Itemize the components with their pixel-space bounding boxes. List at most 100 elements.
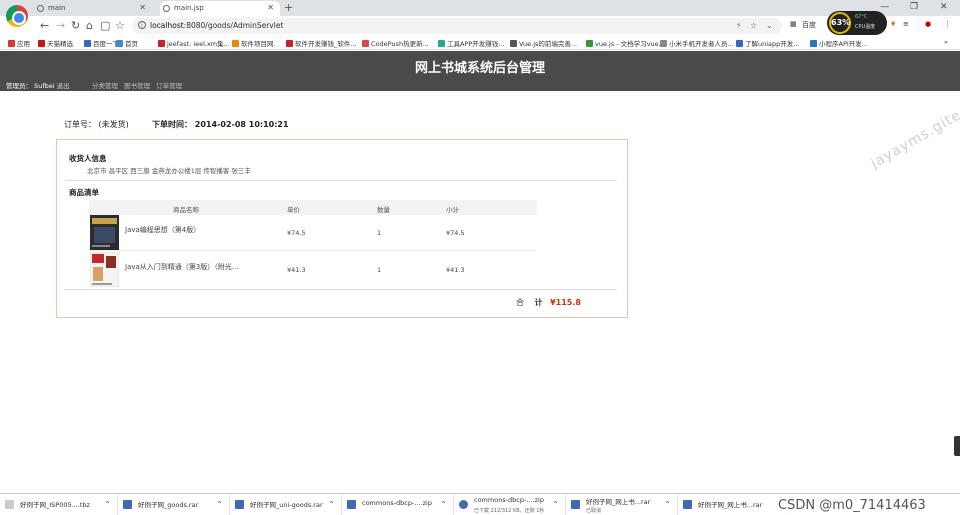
- address-bar[interactable]: i localhost:8080/goods/AdminServlet ⚡ ☆ …: [132, 18, 782, 34]
- admin-name: Sufbei: [34, 82, 55, 90]
- chevron-up-icon[interactable]: ⌃: [104, 500, 111, 509]
- chevron-up-icon[interactable]: ⌃: [328, 500, 335, 509]
- total-amount: ¥115.8: [550, 298, 581, 307]
- reload-icon[interactable]: ↻: [71, 19, 80, 32]
- download-item[interactable]: commons-dbcp-....zip ⌃: [342, 494, 454, 515]
- download-item[interactable]: commons-dbcp-....zip 已下载 212/312 KB，还剩 1…: [454, 494, 566, 515]
- column-header: 商品名称: [173, 206, 199, 214]
- download-item[interactable]: 好例子网_网上书...rar 已取消 ⌃: [566, 494, 678, 515]
- column-header: 小计: [446, 206, 459, 214]
- maximize-button[interactable]: ❐: [910, 2, 918, 12]
- chevron-up-icon[interactable]: ⌃: [664, 500, 671, 509]
- book-cover-image[interactable]: [90, 215, 119, 250]
- chevron-up-icon[interactable]: ⌃: [552, 500, 559, 509]
- book-name-link[interactable]: Java编程思想（第4版）: [125, 225, 200, 235]
- archive-icon: [123, 500, 132, 509]
- book-name-link[interactable]: Java从入门到精通（第3版）（附光...: [125, 262, 238, 272]
- order-detail-box: 收货人信息 北京市 昌平区 西三旗 金燕龙办公楼1层 传智播客 张三丰 商品清单…: [56, 139, 628, 318]
- download-status: 已下载 212/312 KB，还剩 1秒: [474, 508, 545, 514]
- order-time: 下单时间： 2014-02-08 10:10:21: [152, 119, 289, 130]
- browser-tab-bar: main ✕ main.jsp ✕ + — ❐ ✕: [0, 0, 960, 27]
- bookmark-item[interactable]: 小米手机开发者人员...: [660, 38, 734, 48]
- cpu-temp: 67°C: [855, 14, 868, 20]
- download-item[interactable]: 好例子网_uni-goods.rar ⌃: [230, 494, 342, 515]
- bookmark-item[interactable]: 应用: [8, 38, 30, 48]
- order-number: 订单号： (未发货): [64, 119, 129, 130]
- translate-label[interactable]: 百度: [802, 20, 816, 30]
- more-bookmarks-icon[interactable]: »: [944, 38, 948, 46]
- url-text[interactable]: localhost:8080/goods/AdminServlet: [150, 21, 283, 30]
- extension-icon[interactable]: ♦: [890, 20, 896, 28]
- download-filename: commons-dbcp-....zip: [474, 496, 544, 504]
- download-item[interactable]: 好例子网_goods.rar ⌃: [118, 494, 230, 515]
- column-header: 数量: [377, 206, 390, 214]
- bookmark-star-icon[interactable]: ☆: [750, 21, 757, 30]
- forward-icon[interactable]: →: [56, 19, 65, 32]
- download-status: 已取消: [586, 508, 602, 514]
- bookmark-item[interactable]: jeefast: ieel.xm集...: [158, 38, 230, 48]
- download-item[interactable]: 好例子网_ISP005....tbz ⌃: [0, 494, 118, 515]
- bookmark-item[interactable]: 百度一下: [84, 38, 119, 48]
- admin-label: 管理员：: [6, 82, 32, 90]
- bookmark-item[interactable]: Vue.js的前端完善...: [510, 38, 577, 48]
- nav-book-manage[interactable]: 图书管理: [124, 82, 150, 90]
- chevron-up-icon[interactable]: ⌃: [440, 500, 447, 509]
- translate-icon[interactable]: ▦: [790, 20, 797, 28]
- close-tab-icon[interactable]: ✕: [139, 3, 146, 12]
- back-icon[interactable]: ←: [40, 19, 49, 32]
- file-icon: [5, 500, 14, 509]
- tab-title: main.jsp: [174, 4, 204, 12]
- bookmark-item[interactable]: 首页: [116, 38, 138, 48]
- site-info-icon[interactable]: i: [138, 21, 146, 29]
- bookmark-item[interactable]: CodePush热更新...: [362, 38, 429, 48]
- bookmark-item[interactable]: 工具APP开发赚钱...: [438, 38, 504, 48]
- new-tab-button[interactable]: +: [284, 1, 293, 14]
- bookmark-item[interactable]: 软件开发赚钱_软件...: [286, 38, 356, 48]
- tab-main[interactable]: main ✕: [34, 1, 152, 16]
- bookmarks-bar: 应用 天猫精选 百度一下 首页 jeefast: ieel.xm集... 软件项…: [0, 36, 960, 50]
- order-time-label: 下单时间：: [152, 120, 192, 129]
- nav-category-manage[interactable]: 分类管理: [92, 82, 118, 90]
- receiver-title: 收货人信息: [69, 154, 107, 163]
- bookmark-item[interactable]: 了解uniapp开发...: [736, 38, 799, 48]
- globe-icon: [163, 5, 170, 12]
- divider: [65, 289, 617, 290]
- nav-order-manage[interactable]: 订单管理: [156, 82, 182, 90]
- archive-icon: [347, 500, 356, 509]
- home-icon[interactable]: ⌂: [86, 19, 93, 32]
- divider: [65, 180, 617, 181]
- tab-main-jsp[interactable]: main.jsp ✕: [160, 1, 280, 16]
- total-label-prefix: 合: [516, 298, 524, 307]
- close-tab-icon[interactable]: ✕: [267, 3, 274, 12]
- bookmark-item[interactable]: vue.js - 文档学习vue...: [586, 38, 665, 48]
- book-cover-image[interactable]: [89, 251, 120, 288]
- star-icon[interactable]: ☆: [115, 19, 125, 32]
- lightning-icon[interactable]: ⚡: [736, 21, 742, 30]
- unit-price: ¥74.5: [287, 229, 306, 237]
- browser-toolbar: ← → ↻ ⌂ ▢ ☆ i localhost:8080/goods/Admin…: [0, 16, 960, 36]
- chevron-down-icon[interactable]: ⌄: [766, 21, 773, 30]
- receiver-address: 北京市 昌平区 西三旗 金燕龙办公楼1层 传智播客 张三丰: [87, 167, 251, 175]
- order-total: 合 计 ¥115.8: [516, 297, 581, 308]
- order-status: (未发货): [98, 120, 129, 129]
- window-icon[interactable]: ▢: [100, 19, 110, 32]
- chevron-up-icon[interactable]: ⌃: [216, 500, 223, 509]
- bookmark-item[interactable]: 天猫精选: [38, 38, 73, 48]
- quantity: 1: [377, 229, 382, 237]
- page-title: 网上书城系统后台管理: [414, 61, 545, 76]
- bookmark-item[interactable]: 小程序API开发...: [810, 38, 868, 48]
- order-number-label: 订单号：: [64, 120, 96, 129]
- side-handle[interactable]: [954, 436, 960, 456]
- close-window-button[interactable]: ✕: [940, 2, 948, 12]
- more-icon[interactable]: ⋮: [944, 20, 951, 28]
- download-filename: 好例子网_网上书...rar: [586, 498, 651, 506]
- minimize-button[interactable]: —: [880, 2, 889, 12]
- extension-red-icon[interactable]: ●: [925, 20, 931, 28]
- menu-icon[interactable]: ≡: [903, 20, 909, 28]
- unit-price: ¥41.3: [287, 266, 306, 274]
- bookmark-item[interactable]: 软件项目网.: [232, 38, 276, 48]
- admin-nav: 分类管理 图书管理 订单管理: [92, 80, 186, 90]
- goods-list-title: 商品清单: [69, 188, 99, 197]
- logout-link[interactable]: 退出: [57, 82, 70, 90]
- table-header: 商品名称 单价 数量 小计: [89, 200, 537, 215]
